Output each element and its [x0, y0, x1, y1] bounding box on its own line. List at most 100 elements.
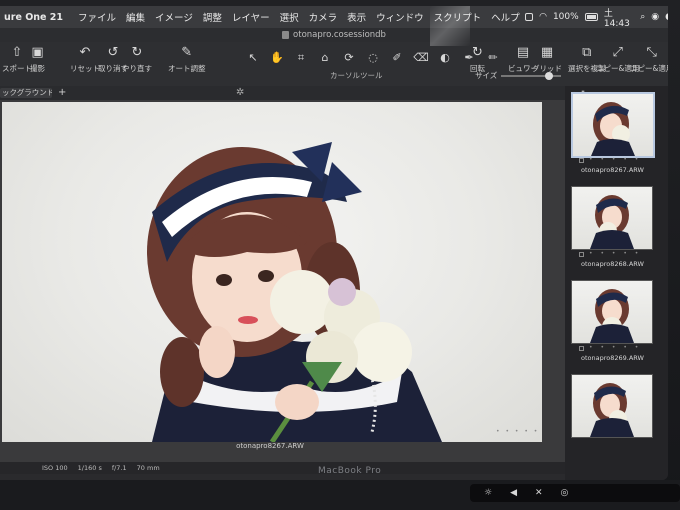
search-icon[interactable]: ⌕ [640, 12, 645, 22]
keystone-icon[interactable]: ⌂ [316, 50, 334, 66]
add-layer-icon[interactable]: + [58, 87, 66, 98]
rotate-tool-icon[interactable]: ⟳ [340, 50, 358, 66]
capture-button[interactable]: ▣ 撮影 [30, 46, 45, 74]
camera-icon: ▣ [31, 45, 44, 60]
size-label: サイズ [475, 71, 498, 80]
magic-wand-icon: ✎ [181, 45, 193, 60]
copy-apply-icon: ⤡ [646, 45, 657, 60]
rose-1 [270, 270, 334, 334]
volume-icon[interactable]: ◀ [510, 488, 517, 498]
menu-window[interactable]: ウィンドウ [371, 10, 429, 24]
export-icon: ⇧ [11, 45, 23, 60]
reset-button[interactable]: ↶ リセット [70, 46, 100, 74]
eraser-icon[interactable]: ⌫ [412, 50, 430, 66]
annotate-icon[interactable]: ✏ [484, 50, 502, 66]
pan-hand-icon[interactable]: ✋ [268, 50, 286, 66]
screen: ure One 21 ファイル 編集 イメージ 調整 レイヤー 選択 カメラ 表… [0, 6, 668, 480]
thumbnail-4[interactable] [571, 374, 653, 438]
size-knob[interactable] [545, 71, 554, 80]
thumbnail-image [590, 383, 634, 437]
menu-adjust[interactable]: 調整 [198, 10, 227, 24]
exif-focal: 70 mm [136, 464, 160, 472]
mute-icon[interactable]: ✕ [535, 488, 543, 498]
rose-pink [328, 278, 356, 306]
crop-icon[interactable]: ⌗ [292, 50, 310, 66]
status-area: ◠ 100% 土 14:43 ⌕ ◉ ● [524, 6, 668, 29]
thumbnail-image [590, 289, 634, 343]
browser-panel: サイズ ◂ ⏸ • • • • • otonapro8267.ARW [475, 71, 668, 480]
redo-icon: ↻ [131, 45, 143, 60]
layer-select[interactable]: ックグラウンド [0, 88, 52, 98]
menu-help[interactable]: ヘルプ [486, 10, 525, 24]
image-viewer[interactable]: • • • • • otonapro8267.ARW [0, 100, 565, 462]
select-cursor-icon[interactable]: ↖ [244, 50, 262, 66]
menu-view[interactable]: 表示 [342, 10, 371, 24]
siri-icon[interactable]: ● [665, 12, 668, 22]
copy-apply-button[interactable]: ⤡ コピー&適用 [630, 46, 668, 74]
menu-camera[interactable]: カメラ [304, 10, 343, 24]
document-icon [282, 31, 290, 39]
menu-bar: ure One 21 ファイル 編集 イメージ 調整 レイヤー 選択 カメラ 表… [0, 6, 668, 29]
gradient-icon[interactable]: ◐ [436, 50, 454, 66]
menu-edit[interactable]: 編集 [121, 10, 150, 24]
auto-adjust-label: オート調整 [168, 64, 206, 73]
auto-adjust-button[interactable]: ✎ オート調整 [168, 46, 206, 74]
menu-select[interactable]: 選択 [275, 10, 304, 24]
control-center-icon[interactable]: ◉ [651, 12, 659, 22]
spot-removal-icon[interactable]: ◌ [364, 50, 382, 66]
exif-iso: ISO 100 [42, 464, 68, 472]
window-titlebar: otonapro.cosessiondb [0, 28, 668, 42]
size-track[interactable] [501, 71, 562, 80]
copy-icon: ⤢ [612, 45, 623, 60]
grid-icon: ▦ [540, 45, 554, 60]
reset-label: リセット [70, 64, 100, 73]
menu-layer[interactable]: レイヤー [227, 10, 275, 24]
photo-illustration [147, 142, 442, 442]
thumbnail-1-name: otonapro8267.ARW [581, 166, 644, 174]
thumbnail-3[interactable] [571, 280, 653, 344]
thumbnail-3-name: otonapro8269.ARW [581, 354, 644, 362]
thumbnail-2-name: otonapro8268.ARW [581, 260, 644, 268]
brush-icon[interactable]: ✐ [388, 50, 406, 66]
rating-stars[interactable]: • • • • • [496, 428, 539, 435]
thumbnail-size-slider[interactable]: サイズ [475, 70, 562, 81]
menu-image[interactable]: イメージ [150, 10, 198, 24]
thumbnail-image [591, 102, 635, 156]
toolbar: ⇧ スポート ▣ 撮影 ↶ リセット ↺ 取り消す ↻ やり直す ✎ オート調整… [0, 42, 668, 86]
cursor-tools: ↖ ✋ ⌗ ⌂ ⟳ ◌ ✐ ⌫ ◐ ✒ ✏ [244, 50, 502, 66]
hand-right [275, 384, 319, 420]
redo-button[interactable]: ↻ やり直す [122, 46, 152, 74]
touch-bar[interactable]: ☼ ◀ ✕ ◎ [470, 484, 680, 502]
rotate-icon: ↻ [472, 45, 483, 60]
exif-shutter: 1/160 s [77, 464, 102, 472]
screen-glare [430, 6, 470, 46]
twin-tail-left [160, 337, 204, 407]
viewer-icon: ▤ [516, 45, 530, 60]
clock[interactable]: 土 14:43 [604, 6, 634, 29]
thumbnail-1[interactable] [571, 92, 655, 158]
export-label: スポート [2, 64, 32, 73]
menu-file[interactable]: ファイル [73, 10, 121, 24]
thumbnail-1-rating[interactable]: • • • • • [589, 156, 641, 163]
thumbnail-image [590, 195, 634, 249]
zoom-fit-icon[interactable]: ✲ [236, 87, 244, 98]
siri-touch-icon[interactable]: ◎ [561, 488, 569, 498]
redo-label: やり直す [122, 64, 152, 73]
thumbnail-2-rating[interactable]: • • • • • [589, 250, 641, 257]
wifi-icon[interactable]: ◠ [539, 12, 547, 22]
thumbnail-2-checkbox[interactable] [579, 252, 584, 257]
thumbnail-1-checkbox[interactable] [579, 158, 584, 163]
thumbnail-2[interactable] [571, 186, 653, 250]
lips [238, 316, 258, 324]
export-button[interactable]: ⇧ スポート [2, 46, 32, 74]
exif-aperture: f/7.1 [111, 464, 127, 472]
thumbnail-3-checkbox[interactable] [579, 346, 584, 351]
battery-icon[interactable] [584, 13, 598, 21]
app-name[interactable]: ure One 21 [0, 12, 73, 23]
eye-right [258, 270, 274, 282]
window-title: otonapro.cosessiondb [293, 30, 386, 40]
brightness-icon[interactable]: ☼ [484, 488, 492, 498]
main-photo[interactable] [2, 102, 542, 442]
thumbnail-3-rating[interactable]: • • • • • [589, 344, 641, 351]
screen-share-icon[interactable] [524, 13, 534, 21]
